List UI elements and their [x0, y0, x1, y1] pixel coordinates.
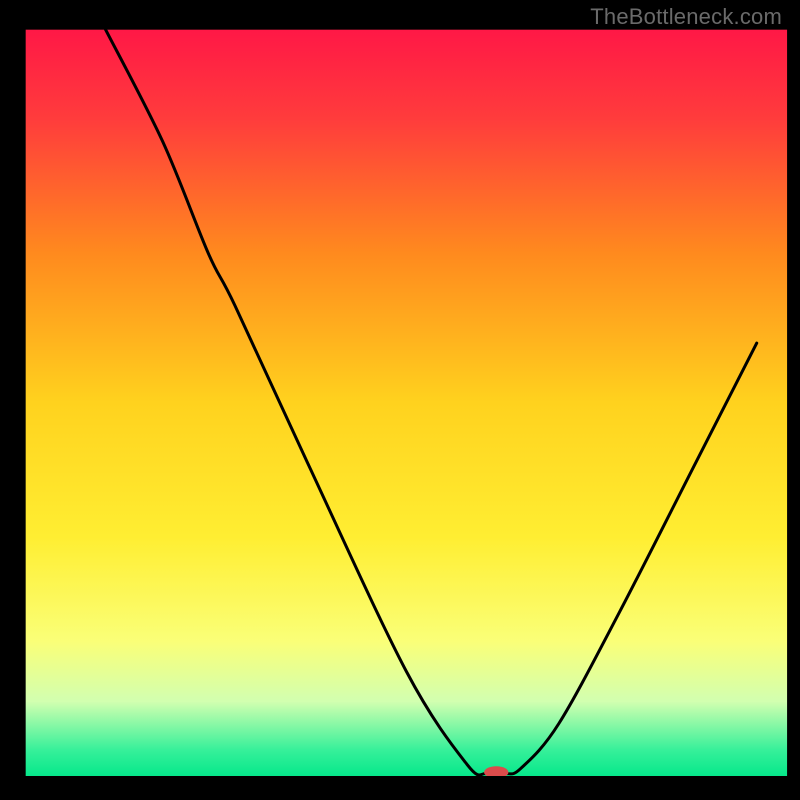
- chart-frame-part-2: [0, 0, 26, 800]
- chart-frame-part-1: [0, 776, 800, 800]
- watermark-text: TheBottleneck.com: [590, 4, 782, 30]
- chart-frame-part-3: [787, 0, 800, 800]
- chart-svg: [0, 0, 800, 800]
- plot-background: [26, 30, 788, 776]
- chart-container: TheBottleneck.com: [0, 0, 800, 800]
